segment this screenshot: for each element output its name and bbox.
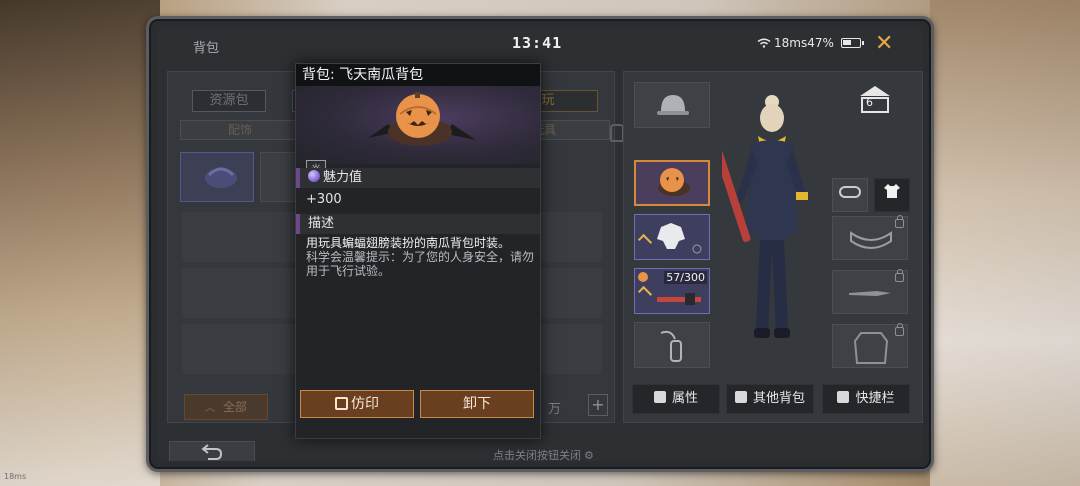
filter-all-button[interactable]: ︿ 全部 (184, 394, 268, 420)
capsule-icon (839, 186, 861, 198)
close-button[interactable]: ✕ (875, 31, 893, 56)
pin-icon[interactable] (610, 124, 624, 142)
rank-badge[interactable]: 6 (856, 82, 894, 118)
tab-resource-pack[interactable]: 资源包 (192, 90, 266, 112)
copy-skin-button[interactable]: 仿印 (300, 390, 414, 418)
wifi-icon (757, 38, 771, 48)
backpack-thumb-icon (205, 167, 237, 188)
item-art: ☼ (296, 86, 540, 180)
subtab-accessories[interactable]: 配饰 (180, 120, 300, 140)
inventory-slot-backpack[interactable] (180, 152, 254, 202)
close-hint-text: 点击关闭按钮关闭 (493, 449, 581, 461)
other-bags-button[interactable]: 其他背包 (726, 384, 814, 414)
gear-icon: ⚙ (584, 449, 594, 461)
desc-main-text: 用玩具蝙蝠翅膀装扮的南瓜背包时装。 (306, 236, 511, 250)
charm-icon (308, 170, 320, 182)
grenade-icon (660, 330, 682, 362)
copy-icon (335, 397, 348, 410)
throwable-slot[interactable] (634, 322, 710, 368)
weapon-durability: 57/300 (664, 271, 707, 284)
lock-icon (895, 323, 904, 336)
charm-label: 魅力值 (323, 170, 363, 185)
network-status: 18ms47% (757, 36, 864, 50)
background-right (930, 0, 1080, 486)
person-icon (653, 391, 666, 403)
clock: 13:41 (512, 34, 563, 52)
quickbar-label: 快捷栏 (855, 391, 895, 406)
status-bar: 背包 13:41 18ms47% ✕ (157, 27, 923, 63)
add-currency-button[interactable]: + (588, 394, 608, 416)
bag-title: 背包 (193, 41, 220, 56)
equipment-panel: 57/300 6 属性 其他背包 快捷栏 (623, 71, 923, 423)
desc-sub-text: 科学会温馨提示：为了您的人身安全，请勿用于飞行试验。 (306, 250, 535, 278)
vest-slot[interactable] (832, 323, 908, 368)
item-detail-popup: 背包: 飞天南瓜背包 ☼ 魅力值 +300 描述 (295, 63, 541, 439)
currency-unit: 万 (548, 402, 562, 417)
tablet-frame: 背包 13:41 18ms47% ✕ 资源包 玩 配饰 玩具 ︿ 全部 万 + … (146, 16, 934, 472)
close-hint: 点击关闭按钮关闭 ⚙ (493, 447, 594, 461)
tablet-screen: 背包 13:41 18ms47% ✕ 资源包 玩 配饰 玩具 ︿ 全部 万 + … (157, 27, 923, 461)
latency-battery-text: 18ms47% (774, 36, 834, 50)
back-arrow-icon (201, 444, 223, 460)
unequip-button[interactable]: 卸下 (420, 390, 534, 418)
other-bags-label: 其他背包 (752, 391, 805, 406)
item-title: 背包: 飞天南瓜背包 (296, 64, 540, 86)
skin-toggle-button[interactable] (832, 178, 868, 212)
charm-value: +300 (306, 192, 342, 207)
lock-icon (895, 269, 904, 282)
shirt-icon (884, 184, 900, 198)
attributes-label: 属性 (671, 391, 698, 406)
quickbar-button[interactable]: 快捷栏 (822, 384, 910, 414)
background-left (0, 0, 160, 486)
rank-level: 6 (866, 96, 873, 109)
backpack-slot[interactable] (634, 160, 710, 206)
belt-slot[interactable] (832, 215, 908, 260)
melee-slot[interactable] (832, 269, 908, 314)
rank-house-icon (860, 86, 890, 113)
outfit-toggle-button[interactable] (874, 178, 910, 212)
helmet-slot[interactable] (634, 82, 710, 128)
desc-section-header: 描述 (296, 214, 540, 234)
chevron-up-icon: ︿ (204, 403, 215, 414)
copy-label: 仿印 (351, 396, 379, 412)
attributes-button[interactable]: 属性 (632, 384, 720, 414)
filter-all-label: 全部 (222, 400, 247, 414)
pumpkin-backpack-icon (368, 92, 476, 146)
pumpkin-backpack-icon (658, 168, 690, 196)
armor-slot[interactable] (634, 214, 710, 260)
battery-icon (840, 38, 864, 48)
lock-icon (895, 215, 904, 228)
character-model (722, 95, 808, 338)
grid-icon (837, 391, 850, 403)
back-button[interactable] (169, 441, 255, 461)
item-description: 用玩具蝙蝠翅膀装扮的南瓜背包时装。 科学会温馨提示：为了您的人身安全，请勿用于飞… (306, 236, 538, 278)
bag-icon (734, 391, 747, 403)
bottom-status-text: 18ms (4, 472, 27, 481)
charm-section-header: 魅力值 (296, 168, 540, 188)
helmet-icon (657, 95, 689, 115)
weapon-slot[interactable]: 57/300 (634, 268, 710, 314)
